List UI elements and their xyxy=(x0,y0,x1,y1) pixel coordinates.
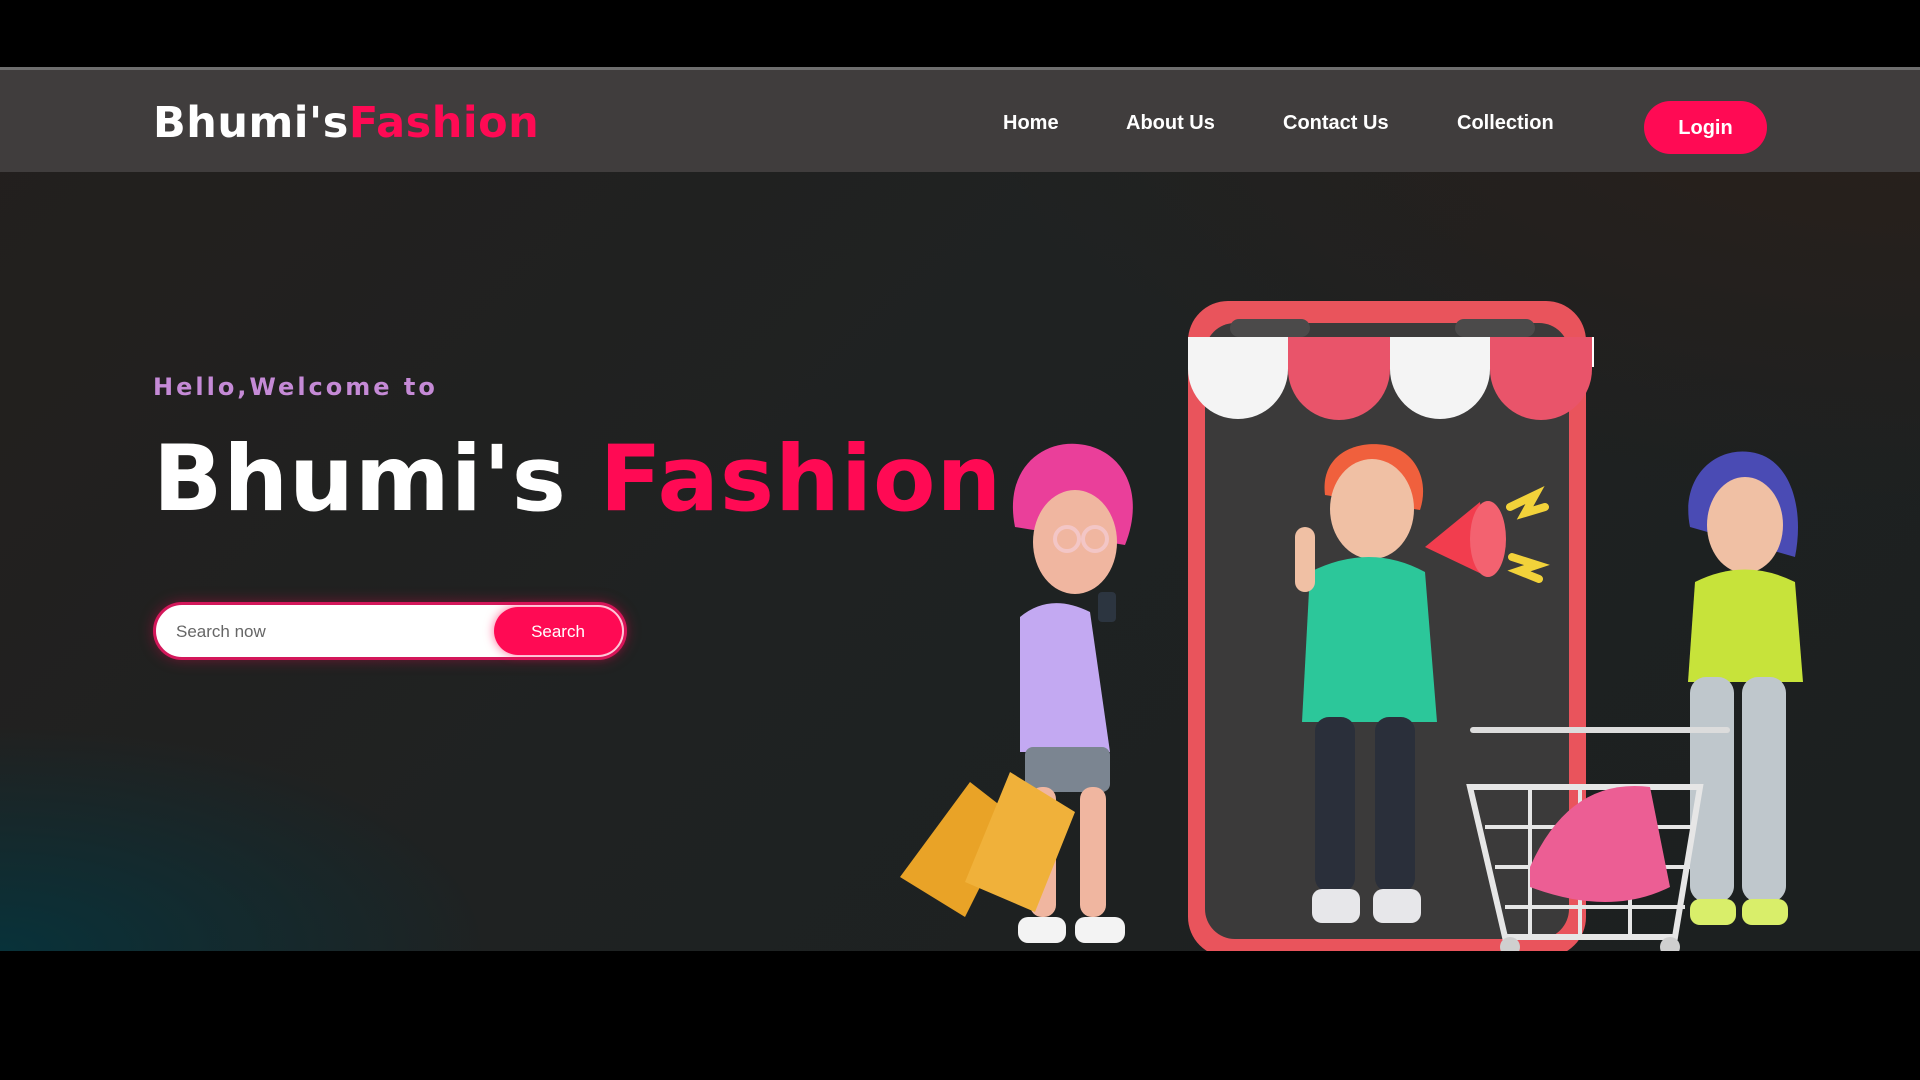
login-button[interactable]: Login xyxy=(1644,101,1767,154)
nav-link-collection[interactable]: Collection xyxy=(1457,111,1554,135)
welcome-text: Hello,Welcome to xyxy=(153,373,438,401)
search-button[interactable]: Search xyxy=(494,607,622,655)
brand-accent: Fashion xyxy=(348,98,540,148)
nav-link-home[interactable]: Home xyxy=(1003,111,1059,135)
nav-link-about-us[interactable]: About Us xyxy=(1126,111,1215,135)
page-frame: Bhumi'sFashion Home About Us Contact Us … xyxy=(0,67,1920,951)
search-input[interactable] xyxy=(174,605,478,659)
nav-link-contact-us[interactable]: Contact Us xyxy=(1283,111,1389,135)
search-bar: Search xyxy=(153,602,627,660)
brand-name: Bhumi's xyxy=(153,98,349,148)
navbar: Bhumi'sFashion Home About Us Contact Us … xyxy=(0,70,1920,172)
hero-title-primary: Bhumi's xyxy=(153,427,567,532)
brand-logo[interactable]: Bhumi'sFashion xyxy=(153,98,539,148)
girl-with-bags-icon xyxy=(900,443,1133,943)
shopping-characters-illustration xyxy=(900,301,1803,951)
